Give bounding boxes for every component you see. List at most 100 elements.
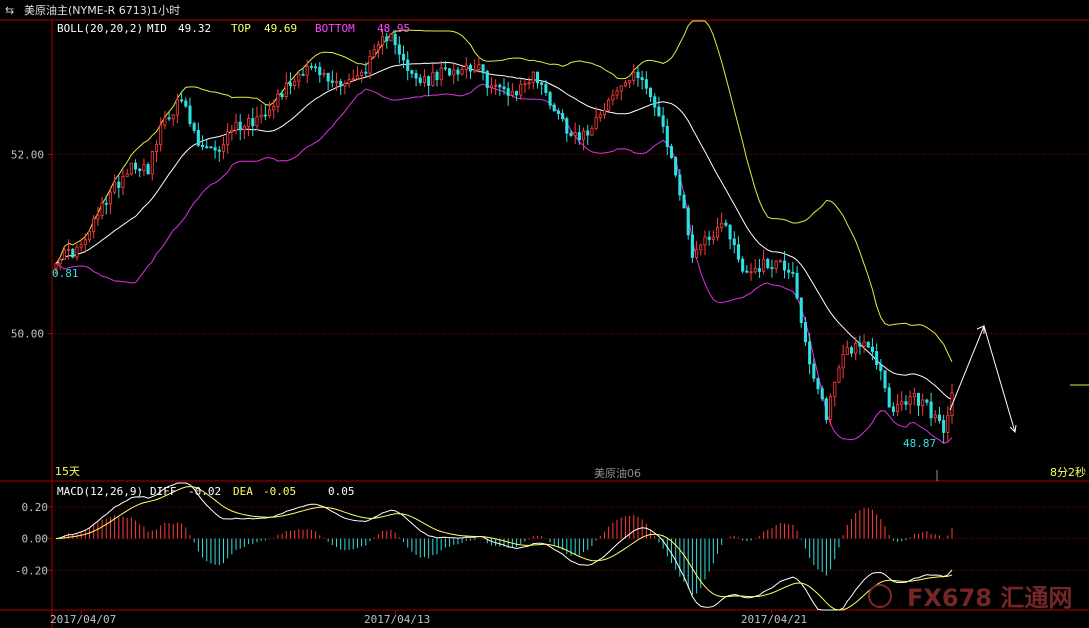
candlestick-bar (368, 49, 372, 79)
candle-body (540, 82, 544, 85)
candlestick-bar (745, 265, 749, 274)
candlestick-bar (255, 106, 259, 131)
candlestick-bar (146, 162, 150, 175)
candlestick-bar (900, 391, 904, 412)
candle-body (879, 364, 883, 372)
candlestick-bar (762, 249, 766, 275)
candle-body (900, 401, 904, 405)
candle-body (916, 392, 921, 406)
candlestick-bar (288, 72, 293, 95)
candlestick-bar (749, 263, 753, 281)
candle-body (142, 164, 146, 172)
candle-body (385, 36, 389, 42)
candle-body (921, 399, 925, 406)
candlestick-bar (577, 125, 581, 145)
candle-body (263, 114, 267, 117)
candlestick-bar (96, 206, 100, 227)
candle-body (845, 347, 849, 356)
candlestick-bar (226, 123, 230, 154)
candlestick-bar (845, 340, 849, 356)
candle-body (100, 202, 104, 216)
candle-body (728, 224, 732, 240)
candlestick-bar (782, 250, 787, 279)
candlestick-bar (339, 78, 343, 96)
macd-label: MACD(12,26,9) (57, 485, 143, 498)
candlestick-bar (406, 51, 410, 81)
price-tick-label: 52.00 (11, 148, 44, 161)
candle-body (79, 244, 83, 248)
candlestick-bar (946, 406, 950, 443)
candle-body (427, 76, 431, 86)
candlestick-bar (251, 107, 255, 137)
candlestick-bar (309, 62, 313, 70)
candlestick-bar (439, 60, 443, 86)
candlestick-bar (573, 122, 577, 145)
candlestick-bar (460, 66, 464, 76)
candle-body (284, 82, 288, 98)
candlestick-bar (540, 80, 544, 95)
candle-body (226, 131, 230, 146)
candlestick-bar (561, 109, 565, 122)
candle-body (602, 109, 607, 116)
candle-body (485, 70, 489, 88)
candle-body (339, 81, 343, 87)
candlestick-bar (75, 243, 79, 261)
candle-body (933, 414, 937, 419)
candle-body (230, 129, 234, 133)
macd-legend: MACD(12,26,9) DIFF -0.02 DEA -0.05 0.05 (57, 485, 355, 498)
candle-body (896, 403, 900, 413)
candlestick-bar (648, 87, 653, 102)
candlestick-bar (661, 107, 665, 134)
candle-body (443, 67, 447, 70)
candle-body (648, 87, 653, 98)
candlestick-bar (778, 259, 782, 263)
candle-body (355, 75, 360, 80)
swap-arrows-icon[interactable]: ⇆ (5, 4, 14, 17)
candle-body (937, 414, 941, 421)
boll-top-label: TOP (231, 22, 251, 35)
candle-body (439, 67, 443, 81)
candlestick-bar (414, 69, 418, 87)
candlestick-bar (188, 97, 192, 127)
candlestick-bar (891, 402, 895, 417)
candlestick-bar (736, 236, 741, 263)
watermark: FX678 汇通网 (868, 584, 1072, 612)
candle-body (87, 231, 92, 241)
candle-body (904, 401, 908, 405)
candle-body (401, 53, 406, 61)
grid-lines (52, 153, 1089, 571)
candlestick-bar (355, 66, 360, 80)
candle-body (393, 33, 397, 46)
candlestick-bar (284, 72, 288, 100)
candle-body (875, 351, 879, 366)
candlestick-bar (113, 174, 117, 195)
candlestick-bar (100, 197, 104, 220)
candle-body (695, 249, 699, 258)
candle-body (942, 420, 946, 433)
candlestick-bar (385, 32, 389, 49)
candlestick-bar (326, 72, 330, 90)
macd-tick-label: 0.00 (22, 533, 49, 546)
candlestick-bar (485, 69, 489, 96)
period-label: 15天 (55, 465, 80, 478)
boll-mid-label: MID (147, 22, 167, 35)
candle-body (770, 267, 774, 270)
candlestick-bar (196, 122, 200, 147)
candle-body (699, 244, 703, 251)
candlestick-bar (875, 343, 879, 370)
candle-body (209, 146, 213, 149)
candlestick-bar (125, 168, 129, 177)
candle-body (577, 132, 581, 141)
candlestick-bar (916, 392, 921, 417)
contract-label: 美原油06 (594, 466, 641, 480)
candlestick-bar (376, 40, 380, 59)
candle-body (414, 73, 418, 79)
candlestick-bar (849, 345, 854, 357)
candle-body (774, 260, 778, 270)
candlestick-bar (318, 61, 322, 83)
candle-body (418, 77, 422, 83)
candle-body (707, 236, 711, 240)
candle-body (448, 68, 452, 76)
candle-body (523, 83, 527, 86)
candle-body (678, 174, 682, 196)
